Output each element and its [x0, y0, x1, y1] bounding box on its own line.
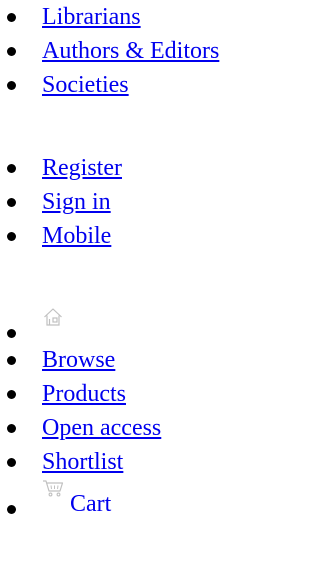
- bullet: [7, 356, 16, 365]
- bullet: [7, 81, 16, 90]
- bullet: [7, 232, 16, 241]
- audience-menu: Librarians Authors & Editors Societies: [0, 0, 268, 102]
- bullet: [7, 47, 16, 56]
- products-link[interactable]: Products: [42, 381, 126, 407]
- bullet: [7, 390, 16, 399]
- cart-icon: [43, 480, 64, 497]
- sign-in-link[interactable]: Sign in: [42, 189, 111, 215]
- bullet: [7, 424, 16, 433]
- main-menu-item-products: Products: [0, 377, 268, 411]
- browse-link[interactable]: Browse: [42, 347, 115, 373]
- account-menu-item-register: Register: [0, 151, 268, 185]
- cart-label: Cart: [70, 491, 112, 517]
- main-menu: Browse Products Open access Shortlist Ca…: [0, 303, 268, 519]
- account-menu-item-mobile: Mobile: [0, 219, 268, 253]
- librarians-link[interactable]: Librarians: [42, 4, 141, 30]
- bullet: [7, 329, 16, 338]
- mobile-link[interactable]: Mobile: [42, 223, 111, 249]
- bullet: [7, 164, 16, 173]
- authors-editors-link[interactable]: Authors & Editors: [42, 38, 219, 64]
- main-menu-item-home: [0, 303, 268, 343]
- account-menu-item-sign-in: Sign in: [0, 185, 268, 219]
- bullet: [7, 505, 16, 514]
- main-menu-item-open-access: Open access: [0, 411, 268, 445]
- audience-menu-item-authors-editors: Authors & Editors: [0, 34, 268, 68]
- main-menu-item-shortlist: Shortlist: [0, 445, 268, 479]
- audience-menu-item-societies: Societies: [0, 68, 268, 102]
- home-icon[interactable]: [43, 307, 63, 327]
- shortlist-link[interactable]: Shortlist: [42, 449, 123, 475]
- audience-menu-item-librarians: Librarians: [0, 0, 268, 34]
- account-menu: Register Sign in Mobile: [0, 151, 268, 253]
- bullet: [7, 13, 16, 22]
- register-link[interactable]: Register: [42, 155, 122, 181]
- open-access-link[interactable]: Open access: [42, 415, 161, 441]
- bullet: [7, 458, 16, 467]
- main-menu-item-cart: Cart: [0, 479, 268, 519]
- societies-link[interactable]: Societies: [42, 72, 129, 98]
- bullet: [7, 198, 16, 207]
- main-menu-item-browse: Browse: [0, 343, 268, 377]
